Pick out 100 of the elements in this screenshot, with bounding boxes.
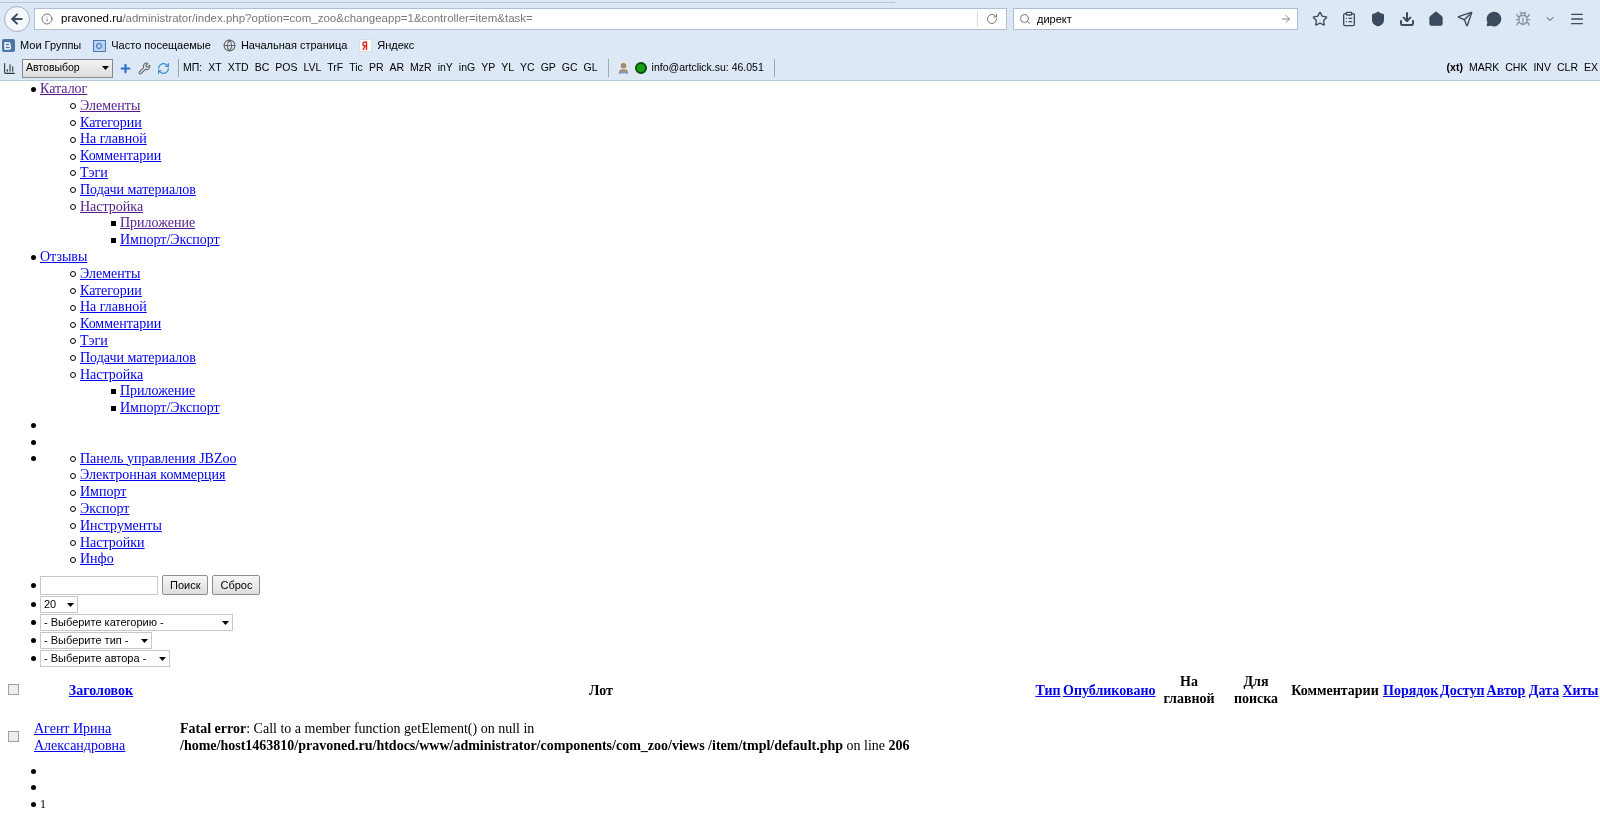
column-sort-link[interactable]: Заголовок [68, 682, 134, 698]
bookmark-item[interactable]: Мои Группы [2, 36, 82, 54]
search-input[interactable] [40, 575, 158, 595]
menu-link[interactable]: Настройки [80, 534, 145, 550]
toolbar-item[interactable]: Tic [349, 60, 363, 76]
chat-icon[interactable] [1486, 11, 1502, 27]
row-checkbox[interactable] [8, 730, 19, 742]
column-sort-link[interactable]: Хиты [1562, 682, 1599, 698]
column-sort-link[interactable]: Автор [1486, 682, 1526, 698]
user-icon[interactable] [616, 61, 630, 75]
caret-icon [159, 656, 166, 661]
yandex-logo-icon [359, 38, 373, 52]
toolbar-prefix: МП: [183, 60, 203, 76]
menu-link[interactable]: Инструменты [80, 517, 162, 533]
menu-link[interactable]: Тэги [80, 332, 108, 348]
column-sort-link[interactable]: Доступ [1440, 682, 1485, 698]
dropdown[interactable]: 20 [40, 596, 78, 614]
menu-link[interactable]: Тэги [80, 165, 108, 180]
menu-link[interactable]: Комментарии [80, 148, 162, 164]
account-text[interactable]: info@artclick.su: 46.051 [651, 60, 764, 76]
toolbar-item[interactable]: XTD [227, 60, 249, 76]
send-icon[interactable] [1457, 11, 1473, 27]
plus-icon[interactable] [119, 61, 132, 75]
menu-link[interactable]: Приложение [120, 383, 196, 399]
wrench-icon[interactable] [138, 61, 151, 75]
item-title-link[interactable]: Агент Ирина Александровна [34, 721, 168, 755]
toolbar-item[interactable]: CLR [1556, 60, 1578, 76]
menu-link[interactable]: Импорт [80, 484, 127, 500]
toolbar-item[interactable]: inY [437, 60, 453, 76]
toolbar-item[interactable]: CHK [1505, 60, 1528, 76]
column-sort-link[interactable]: Дата [1528, 682, 1560, 698]
back-button[interactable] [4, 6, 30, 32]
reload-icon[interactable] [986, 13, 998, 25]
bookmark-item[interactable]: Яндекс [359, 36, 415, 54]
menu-link[interactable]: Категории [80, 282, 142, 298]
menu-link[interactable]: Импорт/Экспорт [120, 232, 220, 248]
toolbar-item[interactable]: POS [275, 60, 298, 76]
toolbar-item[interactable]: MzR [410, 60, 432, 76]
vk-logo-icon [2, 38, 15, 52]
menu-link[interactable]: Импорт/Экспорт [120, 400, 220, 416]
toolbar-item[interactable]: YP [481, 60, 496, 76]
menu-link[interactable]: Настройка [80, 366, 144, 382]
menu-link[interactable]: Инфо [80, 551, 114, 567]
toolbar-item[interactable]: INV [1533, 60, 1551, 76]
mode-dropdown[interactable]: Автовыбор [22, 58, 113, 78]
menu-link[interactable]: На главной [80, 131, 147, 147]
toolbar-item[interactable]: TrF [327, 60, 344, 76]
form-button[interactable]: Поиск [162, 575, 209, 596]
column-header: Для поиска [1233, 674, 1279, 707]
download-icon[interactable] [1399, 11, 1415, 27]
menu-link[interactable]: Приложение [120, 215, 196, 231]
dropdown[interactable]: - Выберите тип - [40, 632, 152, 650]
bookmark-item[interactable]: Часто посещаемые [93, 36, 211, 54]
menu-link[interactable]: Подачи материалов [80, 349, 196, 365]
address-bar[interactable]: pravoned.ru/administrator/index.php?option=com_zoo&changeapp=1&controller=item&task= [34, 8, 1007, 30]
bug-icon[interactable] [1515, 11, 1531, 27]
shield-icon[interactable] [1370, 11, 1386, 27]
toolbar-item[interactable]: LVL [303, 60, 322, 76]
menu-link[interactable]: Панель управления JBZoo [80, 450, 237, 466]
form-button[interactable]: Сброс [212, 575, 261, 596]
toolbar-item[interactable]: inG [458, 60, 476, 76]
menu-link[interactable]: Электронная коммерция [80, 467, 226, 483]
toolbar-item[interactable]: BC [254, 60, 270, 76]
home-icon[interactable] [1428, 11, 1444, 27]
search-value: директ [1037, 11, 1073, 27]
toolbar-item[interactable]: XT [208, 60, 222, 76]
toolbar-item[interactable]: YL [501, 60, 515, 76]
menu-link[interactable]: Отзывы [40, 248, 88, 264]
bullet-square [111, 389, 116, 395]
column-sort-link[interactable]: Тип [1035, 682, 1061, 698]
menu-link[interactable]: Комментарии [80, 316, 162, 332]
column-sort-link[interactable]: Порядок [1383, 682, 1439, 698]
toolbar-item[interactable]: EX [1584, 60, 1598, 76]
chart-icon[interactable] [3, 61, 16, 75]
menu-link[interactable]: Экспорт [80, 500, 130, 516]
page-number[interactable]: 1 [40, 797, 46, 812]
toolbar-item[interactable]: GC [561, 60, 578, 76]
toolbar-item[interactable]: AR [389, 60, 405, 76]
menu-link[interactable]: Элементы [80, 97, 141, 113]
menu-link[interactable]: Элементы [80, 265, 141, 281]
bookmark-star-icon[interactable] [1312, 11, 1328, 27]
column-sort-link[interactable]: Опубликовано [1063, 682, 1156, 698]
search-field[interactable]: директ [1013, 8, 1298, 30]
toolbar-item[interactable]: PR [368, 60, 384, 76]
refresh-icon[interactable] [157, 61, 170, 75]
toolbar-item[interactable]: MARK [1468, 60, 1500, 76]
dropdown[interactable]: - Выберите категорию - [40, 614, 233, 632]
menu-link[interactable]: Категории [80, 114, 142, 130]
toolbar-item[interactable]: YC [520, 60, 535, 76]
menu-icon[interactable] [1569, 11, 1585, 27]
toolbar-item[interactable]: GL [583, 60, 598, 76]
menu-link[interactable]: Подачи материалов [80, 181, 196, 197]
bookmark-item[interactable]: Начальная страница [222, 36, 348, 54]
menu-link[interactable]: На главной [80, 299, 147, 315]
toolbar-item[interactable]: GP [540, 60, 556, 76]
dropdown[interactable]: - Выберите автора - [40, 650, 170, 668]
select-all-checkbox[interactable] [8, 683, 19, 695]
clipboard-icon[interactable] [1341, 11, 1357, 27]
menu-link[interactable]: Каталог [40, 81, 88, 96]
menu-link[interactable]: Настройка [80, 198, 144, 214]
